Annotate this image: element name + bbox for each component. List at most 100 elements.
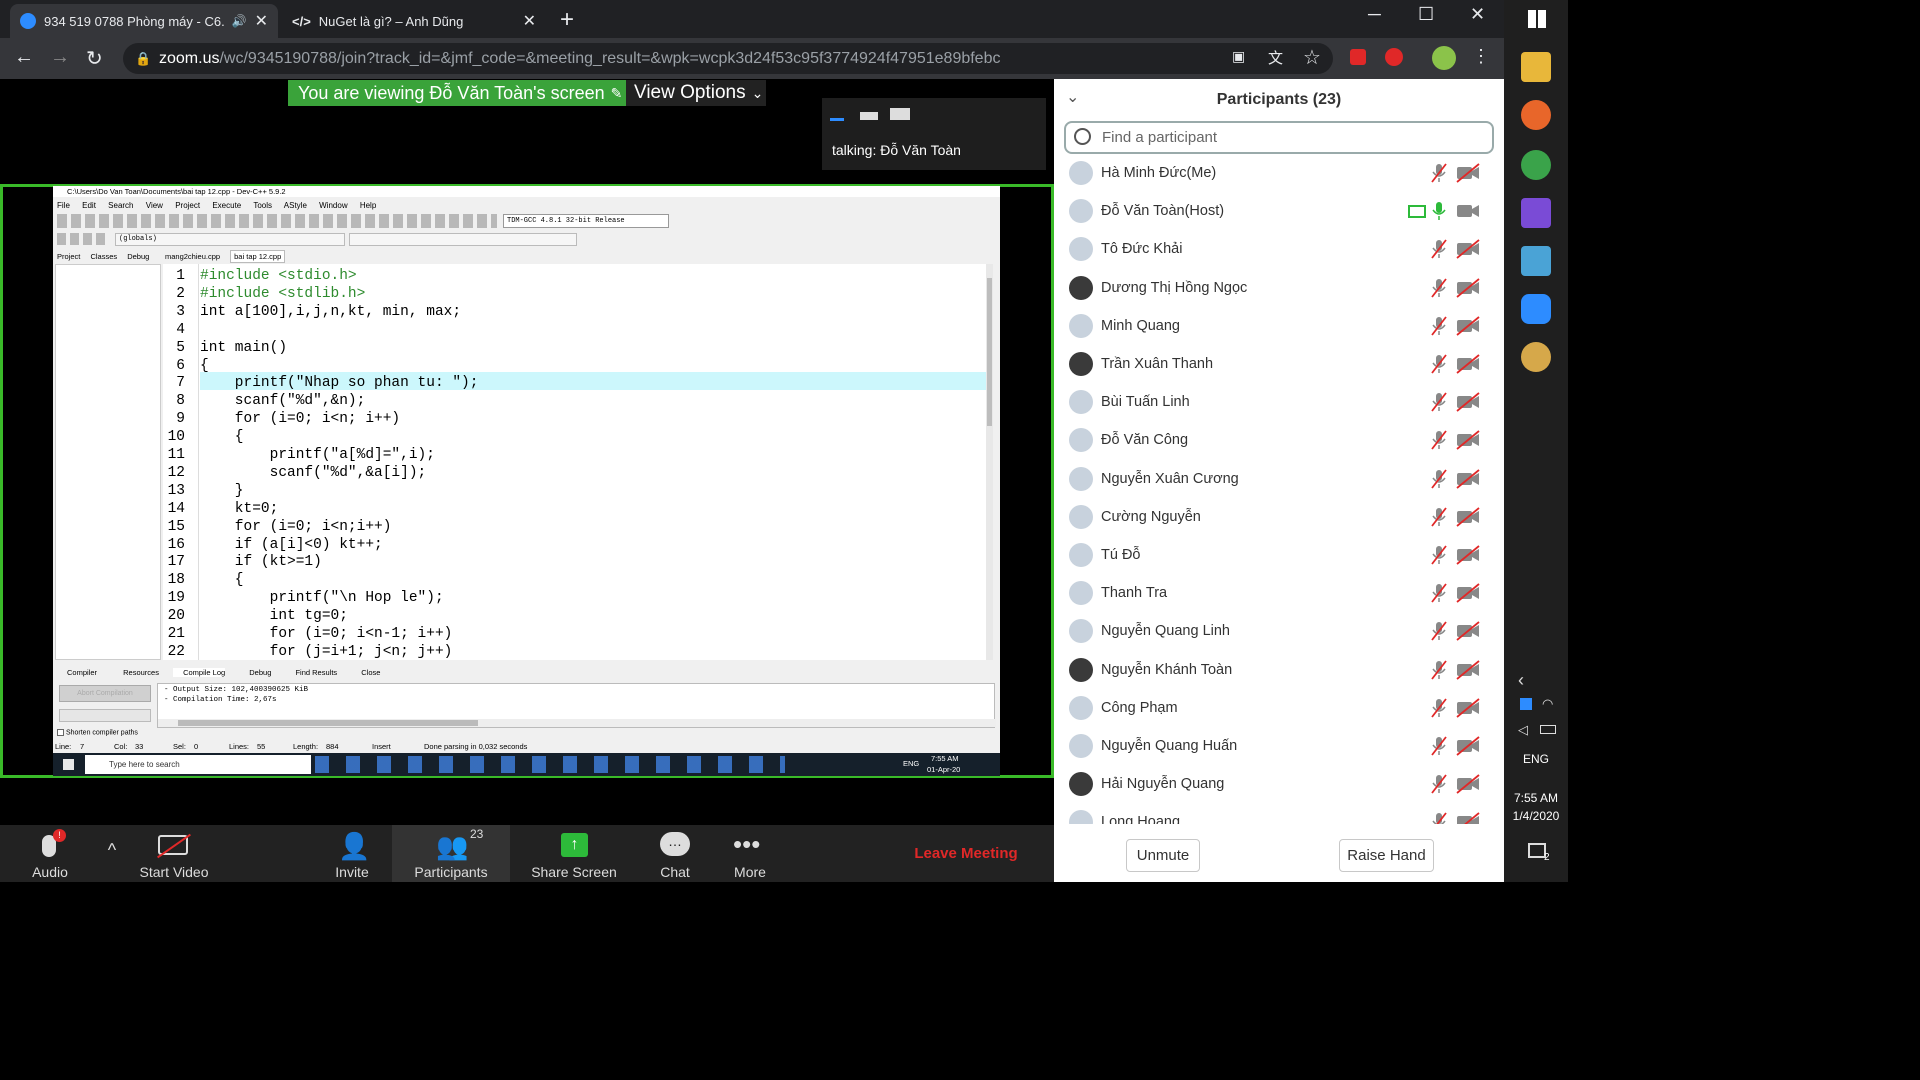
shorten-paths-checkbox[interactable]: Shorten compiler paths xyxy=(57,729,138,736)
taskbar-search-box[interactable]: Type here to search xyxy=(85,755,311,774)
url-field[interactable]: 🔒 zoom.us/wc/9345190788/join?track_id=&j… xyxy=(123,43,1333,74)
menu-tools[interactable]: Tools xyxy=(253,201,272,210)
file-tab-mang2chieu[interactable]: mang2chieu.cpp xyxy=(165,252,220,261)
fullscreen-view-icon[interactable] xyxy=(890,108,910,120)
participant-row[interactable]: Hà Minh Đức(Me) xyxy=(1054,154,1494,192)
zoom-app-icon[interactable] xyxy=(1521,294,1551,324)
translate-icon[interactable]: 文 xyxy=(1268,47,1283,68)
participant-row[interactable]: Đỗ Văn Toàn(Host) xyxy=(1054,192,1494,230)
abort-compilation-button[interactable]: Abort Compilation xyxy=(59,685,151,702)
profile-avatar[interactable] xyxy=(1432,46,1456,70)
participant-row[interactable]: Minh Quang xyxy=(1054,307,1494,345)
globals-select[interactable]: (globals) xyxy=(115,233,345,246)
participant-search-input[interactable]: Find a participant xyxy=(1064,121,1494,154)
menu-help[interactable]: Help xyxy=(360,201,376,210)
tray-expand-icon[interactable]: ‹ xyxy=(1518,670,1524,691)
tab-close[interactable]: Close xyxy=(351,668,380,677)
participant-row[interactable]: Đỗ Văn Công xyxy=(1054,421,1494,459)
tab-compiler[interactable]: Compiler xyxy=(57,668,97,677)
start-video-button[interactable]: Start Video xyxy=(136,825,212,882)
firefox-icon[interactable] xyxy=(1521,100,1551,130)
reload-icon[interactable]: ↻ xyxy=(86,46,103,71)
paint-icon[interactable] xyxy=(1521,342,1551,372)
file-tab-bai-tap-12[interactable]: bai tap 12.cpp xyxy=(230,250,286,263)
maximize-icon[interactable]: ☐ xyxy=(1418,4,1434,25)
code-editor[interactable]: 1 #include <stdio.h> 2 #include <stdlib.h> 3… xyxy=(163,264,993,660)
share-screen-button[interactable]: ↑ Share Screen xyxy=(528,825,620,882)
tab-classes[interactable]: Classes xyxy=(90,252,117,261)
participant-row[interactable]: Nguyễn Xuân Cương xyxy=(1054,460,1494,498)
file-explorer-icon[interactable] xyxy=(1521,52,1551,82)
audio-button[interactable]: ! Audio xyxy=(20,825,80,882)
extension-icon[interactable] xyxy=(1350,49,1366,65)
menu-edit[interactable]: Edit xyxy=(82,201,96,210)
tab-find-results[interactable]: Find Results xyxy=(285,668,337,677)
unmute-button[interactable]: Unmute xyxy=(1126,839,1200,872)
view-options-button[interactable]: View Options ⌄ xyxy=(626,80,766,106)
editor-scrollbar[interactable] xyxy=(986,264,993,660)
wifi-icon[interactable]: ◠ xyxy=(1542,696,1553,712)
back-icon[interactable]: ← xyxy=(14,46,34,69)
new-tab-icon[interactable]: + xyxy=(560,6,574,34)
participant-row[interactable]: Nguyễn Quang Huấn xyxy=(1054,727,1494,765)
tab-debug-bottom[interactable]: Debug xyxy=(239,668,271,677)
compiler-select[interactable]: TDM-GCC 4.8.1 32-bit Release xyxy=(503,214,669,228)
chrome-menu-icon[interactable]: ⋮ xyxy=(1472,46,1490,67)
function-select[interactable] xyxy=(349,233,577,246)
start-icon[interactable] xyxy=(63,759,74,770)
participant-row[interactable]: Nguyễn Khánh Toàn xyxy=(1054,651,1494,689)
raise-hand-button[interactable]: Raise Hand xyxy=(1339,839,1434,872)
volume-icon[interactable]: ◁ xyxy=(1518,722,1528,738)
participant-row[interactable]: Cường Nguyễn xyxy=(1054,498,1494,536)
camera-blocked-icon[interactable]: ▣ xyxy=(1232,48,1245,65)
tab-nuget[interactable]: </> NuGet là gì? – Anh Dũng ✕ xyxy=(282,4,546,38)
notepad-icon[interactable] xyxy=(1521,246,1551,276)
participant-row[interactable]: Tú Đỗ xyxy=(1054,536,1494,574)
close-tab-icon[interactable]: ✕ xyxy=(255,11,268,31)
battery-icon[interactable] xyxy=(1540,725,1556,734)
participant-row[interactable]: Bùi Tuấn Linh xyxy=(1054,383,1494,421)
participant-row[interactable]: Tô Đức Khải xyxy=(1054,230,1494,268)
menu-window[interactable]: Window xyxy=(319,201,347,210)
bookmark-star-icon[interactable]: ☆ xyxy=(1303,45,1321,70)
participants-button[interactable]: 👥 23 Participants xyxy=(392,825,510,882)
menu-view[interactable]: View xyxy=(146,201,163,210)
visual-studio-icon[interactable] xyxy=(1521,198,1551,228)
more-button[interactable]: ••• More xyxy=(725,825,775,882)
tab-zoom-meeting[interactable]: 934 519 0788 Phòng máy - C6. 🔊 ✕ xyxy=(10,4,278,38)
restore-view-icon[interactable] xyxy=(860,112,878,120)
minimize-icon[interactable]: ─ xyxy=(1368,4,1381,25)
menu-search[interactable]: Search xyxy=(108,201,133,210)
tab-project[interactable]: Project xyxy=(57,252,80,261)
forward-icon[interactable]: → xyxy=(50,46,70,69)
extension-hand-icon[interactable] xyxy=(1385,48,1403,66)
input-language[interactable]: ENG xyxy=(1504,752,1568,766)
clock-date[interactable]: 1/4/2020 xyxy=(1504,809,1568,823)
minimize-view-icon[interactable] xyxy=(830,118,844,121)
participant-row[interactable]: Hải Nguyễn Quang xyxy=(1054,765,1494,803)
menu-execute[interactable]: Execute xyxy=(212,201,241,210)
menu-astyle[interactable]: AStyle xyxy=(284,201,307,210)
clock-time[interactable]: 7:55 AM xyxy=(1504,791,1568,805)
participant-row[interactable]: Trần Xuân Thanh xyxy=(1054,345,1494,383)
participant-row[interactable]: Thanh Tra xyxy=(1054,574,1494,612)
menu-file[interactable]: File xyxy=(57,201,70,210)
speaker-icon[interactable]: 🔊 xyxy=(232,14,247,28)
close-window-icon[interactable]: ✕ xyxy=(1470,4,1485,25)
menu-project[interactable]: Project xyxy=(175,201,200,210)
audio-options-caret[interactable]: ^ xyxy=(100,825,124,882)
close-tab-icon[interactable]: ✕ xyxy=(523,11,536,31)
chat-button[interactable]: … Chat xyxy=(650,825,700,882)
windows-start-icon[interactable] xyxy=(1528,10,1546,28)
participant-row[interactable]: Nguyễn Quang Linh xyxy=(1054,612,1494,650)
chrome-icon[interactable] xyxy=(1521,150,1551,180)
invite-button[interactable]: 👤 Invite xyxy=(320,825,384,882)
participant-row[interactable]: Dương Thị Hồng Ngọc xyxy=(1054,269,1494,307)
tab-resources[interactable]: Resources xyxy=(113,668,159,677)
participant-row[interactable]: Long Hoang xyxy=(1054,803,1494,824)
tab-compile-log[interactable]: Compile Log xyxy=(173,668,226,677)
leave-meeting-button[interactable]: Leave Meeting xyxy=(910,825,1022,882)
tab-debug[interactable]: Debug xyxy=(127,252,149,261)
participant-row[interactable]: Công Phạm xyxy=(1054,689,1494,727)
edge-tray-icon[interactable] xyxy=(1520,698,1532,710)
